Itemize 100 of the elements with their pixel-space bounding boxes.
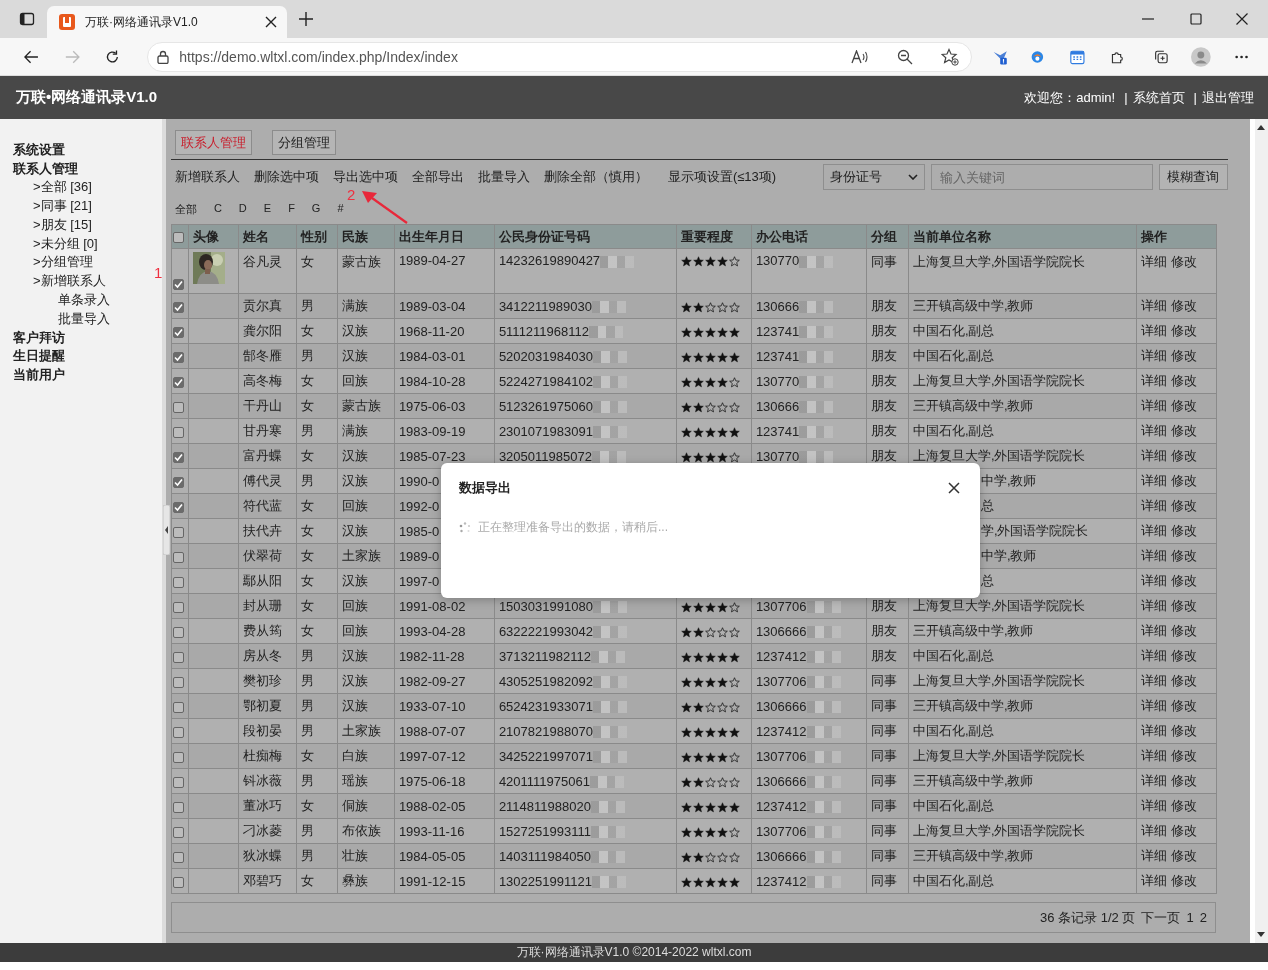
scroll-up-icon[interactable] <box>1257 125 1266 130</box>
row-action-link[interactable]: 修改 <box>1170 473 1197 488</box>
row-action-link[interactable]: 修改 <box>1170 323 1197 338</box>
row-action-link[interactable]: 修改 <box>1170 848 1197 863</box>
row-action-link[interactable]: 修改 <box>1170 598 1197 613</box>
row-action-link[interactable]: 详细 <box>1140 823 1167 838</box>
close-window-icon[interactable] <box>1236 13 1248 25</box>
checkbox[interactable] <box>172 876 184 888</box>
sidebar-item[interactable]: >朋友 [15] <box>13 215 92 235</box>
row-action-link[interactable]: 详细 <box>1140 698 1167 713</box>
row-action-link[interactable]: 详细 <box>1140 648 1167 663</box>
row-action-link[interactable]: 修改 <box>1170 548 1197 563</box>
checkbox[interactable] <box>172 651 184 663</box>
row-action-link[interactable]: 详细 <box>1140 798 1167 813</box>
checkbox[interactable] <box>172 826 184 838</box>
row-action-link[interactable]: 修改 <box>1170 573 1197 588</box>
sidebar-item[interactable]: >新增联系人 <box>13 272 106 291</box>
scrollbar[interactable] <box>1255 119 1268 943</box>
toolbar-link[interactable]: 显示项设置(≤13项) <box>667 168 777 186</box>
checkbox[interactable] <box>172 801 184 813</box>
row-action-link[interactable]: 修改 <box>1170 773 1197 788</box>
maximize-icon[interactable] <box>1190 13 1202 25</box>
row-action-link[interactable]: 详细 <box>1140 398 1167 413</box>
checkbox[interactable] <box>172 576 184 588</box>
row-action-link[interactable]: 详细 <box>1140 523 1167 538</box>
row-action-link[interactable]: 修改 <box>1170 873 1197 888</box>
checkbox[interactable] <box>172 426 184 438</box>
sidebar-item[interactable]: 单条录入 <box>13 290 110 310</box>
row-action-link[interactable]: 修改 <box>1170 498 1197 513</box>
browser-tab[interactable]: 万联·网络通讯录V1.0 <box>47 6 287 38</box>
collapse-handle[interactable] <box>163 505 170 555</box>
new-tab-icon[interactable] <box>299 12 313 26</box>
header-link[interactable]: 退出管理 <box>1202 88 1254 107</box>
row-action-link[interactable]: 详细 <box>1140 623 1167 638</box>
row-action-link[interactable]: 详细 <box>1140 323 1167 338</box>
toolbar-link[interactable]: 删除全部（慎用） <box>543 168 648 186</box>
checkbox[interactable] <box>172 326 184 338</box>
refresh-icon[interactable] <box>104 47 120 66</box>
scroll-down-icon[interactable] <box>1257 932 1266 937</box>
sidebar-section[interactable]: 联系人管理 <box>13 159 78 179</box>
next-page-link[interactable]: 下一页 <box>1141 908 1181 927</box>
checkbox[interactable] <box>172 526 184 538</box>
row-action-link[interactable]: 详细 <box>1140 573 1167 588</box>
checkbox[interactable] <box>172 751 184 763</box>
checkbox[interactable] <box>172 301 184 313</box>
row-action-link[interactable]: 详细 <box>1140 498 1167 513</box>
row-action-link[interactable]: 修改 <box>1170 723 1197 738</box>
row-action-link[interactable]: 修改 <box>1170 523 1197 538</box>
search-type-select[interactable]: 身份证号 <box>822 164 925 190</box>
row-action-link[interactable]: 详细 <box>1140 423 1167 438</box>
row-action-link[interactable]: 修改 <box>1170 398 1197 413</box>
checkbox[interactable] <box>172 676 184 688</box>
letter-filter[interactable]: 全部 <box>174 202 197 215</box>
letter-filter[interactable]: E <box>263 202 272 215</box>
row-action-link[interactable]: 详细 <box>1140 548 1167 563</box>
row-action-link[interactable]: 详细 <box>1140 298 1167 313</box>
sidebar-section[interactable]: 客户拜访 <box>13 328 65 348</box>
close-icon[interactable] <box>948 482 960 494</box>
row-action-link[interactable]: 修改 <box>1170 298 1197 313</box>
sidebar-section[interactable]: 系统设置 <box>13 141 65 160</box>
sidebar-item[interactable]: >分组管理 <box>13 253 93 273</box>
toolbar-link[interactable]: 导出选中项 <box>332 168 398 186</box>
checkbox[interactable] <box>172 601 184 613</box>
row-action-link[interactable]: 修改 <box>1170 748 1197 763</box>
search-field[interactable]: 输入关键词 <box>930 164 1153 190</box>
menu-icon[interactable] <box>1234 54 1248 59</box>
row-action-link[interactable]: 详细 <box>1140 254 1167 269</box>
sidebar-item[interactable]: >同事 [21] <box>13 197 92 216</box>
row-action-link[interactable]: 修改 <box>1170 698 1197 713</box>
tab-actions-icon[interactable] <box>19 11 35 27</box>
toolbar-link[interactable]: 删除选中项 <box>253 168 319 186</box>
checkbox[interactable] <box>172 501 184 513</box>
row-action-link[interactable]: 修改 <box>1170 348 1197 363</box>
row-action-link[interactable]: 修改 <box>1170 623 1197 638</box>
sidebar-item[interactable]: >未分组 [0] <box>13 234 98 254</box>
checkbox[interactable] <box>172 401 184 413</box>
row-action-link[interactable]: 修改 <box>1170 423 1197 438</box>
search-button[interactable]: 模糊查询 <box>1158 164 1228 190</box>
row-action-link[interactable]: 修改 <box>1170 798 1197 813</box>
checkbox[interactable] <box>172 451 184 463</box>
row-action-link[interactable]: 修改 <box>1170 673 1197 688</box>
letter-filter[interactable]: G <box>311 202 321 215</box>
sidebar-section[interactable]: 生日提醒 <box>13 347 65 366</box>
row-action-link[interactable]: 详细 <box>1140 448 1167 463</box>
close-icon[interactable] <box>265 16 277 28</box>
toolbar-link[interactable]: 全部导出 <box>411 168 464 186</box>
sidebar-item[interactable]: >全部 [36] <box>13 178 92 197</box>
letter-filter[interactable]: F <box>288 202 295 215</box>
checkbox[interactable] <box>172 726 184 738</box>
checkbox[interactable] <box>172 232 184 244</box>
checkbox[interactable] <box>172 551 184 563</box>
row-action-link[interactable]: 详细 <box>1140 373 1167 388</box>
row-action-link[interactable]: 修改 <box>1170 373 1197 388</box>
row-action-link[interactable]: 详细 <box>1140 848 1167 863</box>
back-icon[interactable] <box>24 48 39 65</box>
checkbox[interactable] <box>172 626 184 638</box>
sidebar-section[interactable]: 当前用户 <box>13 365 65 385</box>
read-aloud-icon[interactable] <box>850 49 869 64</box>
checkbox[interactable] <box>172 351 184 363</box>
letter-filter[interactable]: C <box>213 202 222 215</box>
